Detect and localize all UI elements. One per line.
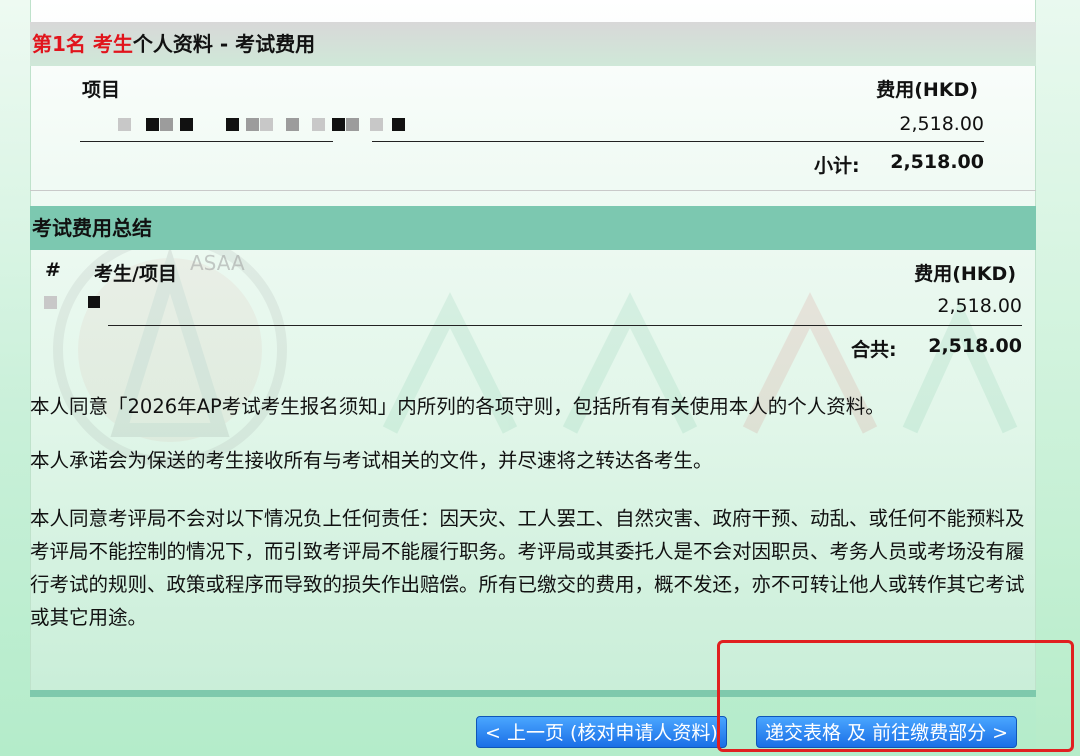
section-header-fees: 第1名 考生个人资料 - 考试费用 bbox=[30, 22, 1036, 66]
section-title: 个人资料 - 考试费用 bbox=[132, 32, 316, 56]
item-fee-amount: 2,518.00 bbox=[899, 113, 984, 135]
total-value: 2,518.00 bbox=[928, 335, 1022, 357]
col-item-header: 项目 bbox=[82, 79, 121, 101]
section-header-summary: 考试费用总结 bbox=[30, 206, 1036, 250]
col-fee-header-summary: 费用(HKD) bbox=[914, 263, 1016, 285]
total-label: 合共: bbox=[851, 339, 897, 361]
subtotal-value: 2,518.00 bbox=[890, 151, 984, 173]
item-underline-right bbox=[372, 141, 984, 142]
previous-page-button[interactable]: < 上一页 (核对申请人资料) bbox=[476, 716, 727, 748]
terms-paragraph-3: 本人同意考评局不会对以下情况负上任何责任：因天灾、工人罢工、自然灾害、政府干预、… bbox=[30, 507, 1025, 629]
col-candidate-item-header: 考生/项目 bbox=[94, 263, 177, 285]
subtotal-label: 小计: bbox=[814, 155, 860, 177]
summary-fee-amount: 2,518.00 bbox=[937, 295, 1022, 317]
redacted-item-name bbox=[100, 116, 420, 134]
divider bbox=[30, 190, 1036, 191]
terms-paragraph-2: 本人承诺会为保送的考生接收所有与考试相关的文件，并尽速将之转达各考生。 bbox=[30, 449, 713, 472]
candidate-rank: 第1名 bbox=[32, 32, 86, 56]
redacted-summary-row bbox=[44, 296, 104, 314]
col-fee-header: 费用(HKD) bbox=[876, 79, 978, 101]
terms-paragraph-1: 本人同意「2026年AP考试考生报名须知」内所列的各项守则，包括所有有关使用本人… bbox=[30, 395, 885, 418]
item-underline bbox=[80, 141, 333, 142]
highlight-box bbox=[717, 640, 1074, 752]
col-number-header: # bbox=[45, 259, 61, 281]
summary-underline bbox=[108, 325, 1022, 326]
candidate-label: 考生 bbox=[92, 32, 133, 56]
